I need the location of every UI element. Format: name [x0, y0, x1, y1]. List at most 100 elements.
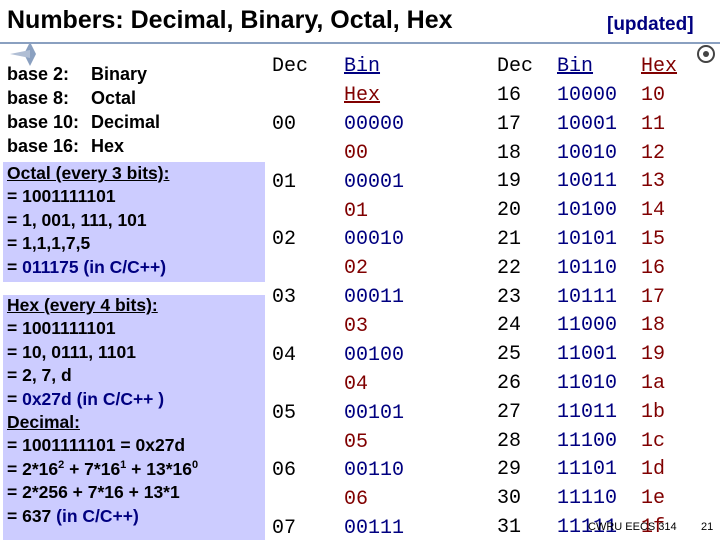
dec-cell: 07	[272, 516, 297, 540]
dec-cell: 21	[497, 228, 522, 251]
hex-cell: 1d	[641, 458, 666, 482]
dec-cell: 06	[272, 459, 297, 483]
dec-cell: 24	[497, 314, 522, 338]
hex-cell: 06	[344, 488, 369, 512]
hex-cell: 12	[641, 141, 666, 165]
octal-line: = 1001111101	[7, 186, 116, 207]
base-name: Decimal	[91, 112, 161, 132]
dec-cell: 22	[497, 256, 522, 280]
bin-cell: 11011	[557, 400, 618, 424]
bin-cell: 11010	[557, 372, 618, 395]
dec-cell: 27	[497, 400, 522, 424]
bin-cell: 10001	[557, 112, 618, 136]
base-list: base 2: Binary base 8: Octal base 10: Decimal…	[7, 62, 160, 158]
base-key: base 8:	[7, 88, 70, 108]
hex-cell: 14	[641, 199, 666, 223]
hex-cell: 16	[641, 256, 666, 280]
dec-cell: 18	[497, 141, 522, 165]
bin-cell: 11101	[557, 458, 618, 482]
bin-cell: 00101	[344, 401, 405, 425]
base-name: Octal	[91, 88, 137, 108]
right-header-ornament	[697, 45, 715, 63]
hex-line: = 2, 7, d	[7, 365, 72, 386]
base-name: Binary	[91, 64, 148, 84]
base-key: base 2:	[7, 64, 70, 84]
hex-result-line: = 0x27d (in C/C++ )	[7, 388, 165, 409]
hex-cell: 19	[641, 343, 666, 367]
bin-cell: 00000	[344, 113, 405, 136]
dec-cell: 16	[497, 84, 522, 107]
title-rule	[0, 42, 720, 44]
hex-cell: 10	[641, 84, 666, 107]
bin-cell: 00010	[344, 228, 405, 252]
base-row: base 2: Binary	[7, 62, 160, 86]
bin-cell: 11100	[557, 429, 618, 453]
hex-cell: 11	[641, 112, 666, 136]
dec-cell: 26	[497, 372, 522, 395]
slide-title: Numbers: Decimal, Binary, Octal, Hex	[7, 6, 453, 34]
column-header-hex: Hex	[344, 84, 381, 107]
column-header-dec: Dec	[272, 55, 309, 78]
bin-cell: 00001	[344, 170, 405, 194]
dec-cell: 25	[497, 343, 522, 367]
dec-cell: 19	[497, 170, 522, 194]
octal-heading: Octal (every 3 bits):	[7, 163, 170, 183]
bin-cell: 00111	[344, 516, 405, 540]
decimal-heading: Decimal:	[7, 412, 80, 433]
column-header-dec: Dec	[497, 55, 534, 78]
hex-cell: 00	[344, 142, 369, 165]
hex-cell: 03	[344, 315, 369, 339]
base-key: base 16:	[7, 136, 80, 156]
decimal-line: = 2*256 + 7*16 + 13*1	[7, 482, 180, 503]
hex-cell: 1c	[641, 429, 666, 453]
dec-cell: 02	[272, 228, 297, 252]
decimal-line: = 1001111101 = 0x27d	[7, 435, 186, 456]
column-header-hex: Hex	[641, 55, 678, 78]
base-row: base 10: Decimal	[7, 110, 160, 134]
bin-cell: 11000	[557, 314, 618, 338]
dec-cell: 31	[497, 516, 522, 539]
dec-cell: 01	[272, 170, 297, 194]
column-header-bin: Bin	[344, 55, 381, 78]
hex-cell: 1b	[641, 400, 666, 424]
dec-cell: 29	[497, 458, 522, 482]
base-key: base 10:	[7, 112, 80, 132]
bin-cell: 10111	[557, 285, 618, 309]
hex-cell: 04	[344, 372, 369, 396]
base-row: base 8: Octal	[7, 86, 160, 110]
octal-note: Octal (every 3 bits): = 1001111101 = 1, …	[7, 162, 169, 279]
hex-cell: 05	[344, 430, 369, 454]
octal-result-line: = 011175 (in C/C++)	[7, 256, 167, 277]
hex-line: = 1001111101	[7, 318, 116, 339]
bin-cell: 10011	[557, 170, 618, 194]
dec-cell: 05	[272, 401, 297, 425]
bin-cell: 00110	[344, 459, 405, 483]
hex-cell: 02	[344, 257, 369, 281]
hex-heading: Hex (every 4 bits):	[7, 295, 158, 315]
footer-course: CWRU EECS 314	[588, 521, 677, 533]
dec-cell: 04	[272, 343, 297, 367]
octal-line: = 1, 001, 111, 101	[7, 209, 147, 230]
octal-line: = 1,1,1,7,5	[7, 233, 91, 254]
hex-result: 0x27d (in C/C++ )	[22, 388, 165, 409]
bin-cell: 00100	[344, 343, 405, 367]
dec-cell: 28	[497, 429, 522, 453]
column-header-bin: Bin	[557, 55, 594, 78]
decimal-result: (in C/C++)	[56, 505, 139, 526]
hex-cell: 17	[641, 285, 666, 309]
hex-cell: 13	[641, 170, 666, 194]
dec-cell: 30	[497, 487, 522, 511]
hex-cell: 1a	[641, 372, 666, 395]
hex-cell: 1e	[641, 487, 666, 511]
base-row: base 16: Hex	[7, 134, 160, 158]
bin-cell: 10110	[557, 256, 618, 280]
dec-cell: 23	[497, 285, 522, 309]
dec-cell: 03	[272, 286, 297, 310]
bin-cell: 10000	[557, 84, 618, 107]
decimal-expansion: = 2*162 + 7*161 + 13*160	[7, 458, 199, 479]
bin-cell: 11110	[557, 487, 618, 511]
octal-result: 011175 (in C/C++)	[22, 256, 167, 277]
dec-cell: 17	[497, 112, 522, 136]
base-name: Hex	[91, 136, 125, 156]
decimal-result-line: = 637 (in C/C++)	[7, 505, 139, 526]
